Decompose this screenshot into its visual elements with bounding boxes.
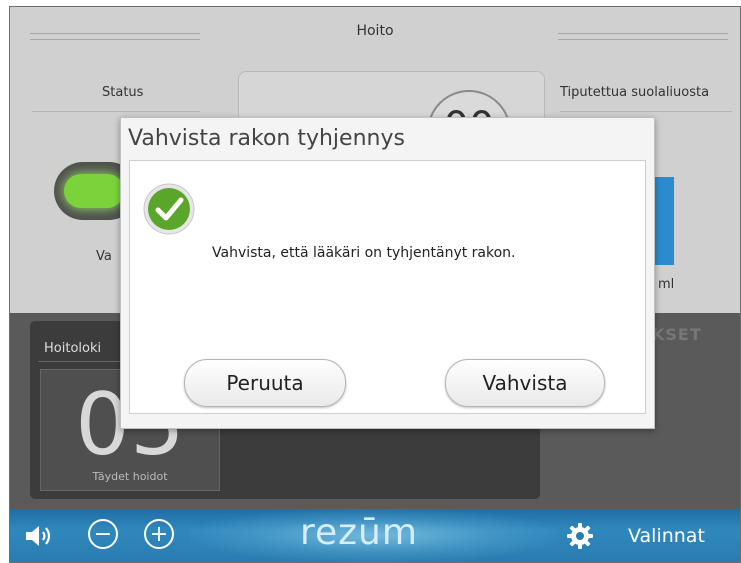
treatment-log-title: Hoitoloki (44, 341, 102, 356)
cancel-button[interactable]: Peruuta (184, 359, 346, 407)
status-header-line (32, 111, 200, 112)
gear-icon[interactable] (567, 523, 593, 549)
saline-header-line (560, 111, 732, 112)
minus-icon: − (93, 522, 113, 547)
plus-icon: + (149, 522, 169, 547)
volume-down-button[interactable]: − (88, 519, 118, 549)
dialog-message: Vahvista, että lääkäri on tyhjentänyt ra… (212, 245, 516, 261)
full-treatments-label: Täydet hoidot (92, 470, 168, 483)
status-light (64, 174, 124, 208)
dialog-title: Vahvista rakon tyhjennys (128, 126, 405, 151)
rezum-logo: rezūm (300, 512, 418, 553)
volume-up-button[interactable]: + (144, 519, 174, 549)
confirm-bladder-empty-dialog: Vahvista rakon tyhjennys Vahvista, että … (120, 117, 655, 429)
status-header: Status (102, 85, 144, 100)
status-value: Va (96, 249, 112, 264)
speaker-icon[interactable] (24, 523, 56, 549)
confirm-button[interactable]: Vahvista (445, 359, 605, 407)
saline-header: Tiputettua suolaliuosta (560, 85, 710, 100)
bottom-bar: − + rezūm Valinnat (10, 509, 740, 562)
saline-unit: ml (658, 277, 675, 292)
dialog-body: Vahvista, että lääkäri on tyhjentänyt ra… (129, 160, 646, 414)
check-icon (143, 183, 195, 235)
options-button[interactable]: Valinnat (628, 525, 705, 547)
page-title: Hoito (356, 23, 394, 39)
